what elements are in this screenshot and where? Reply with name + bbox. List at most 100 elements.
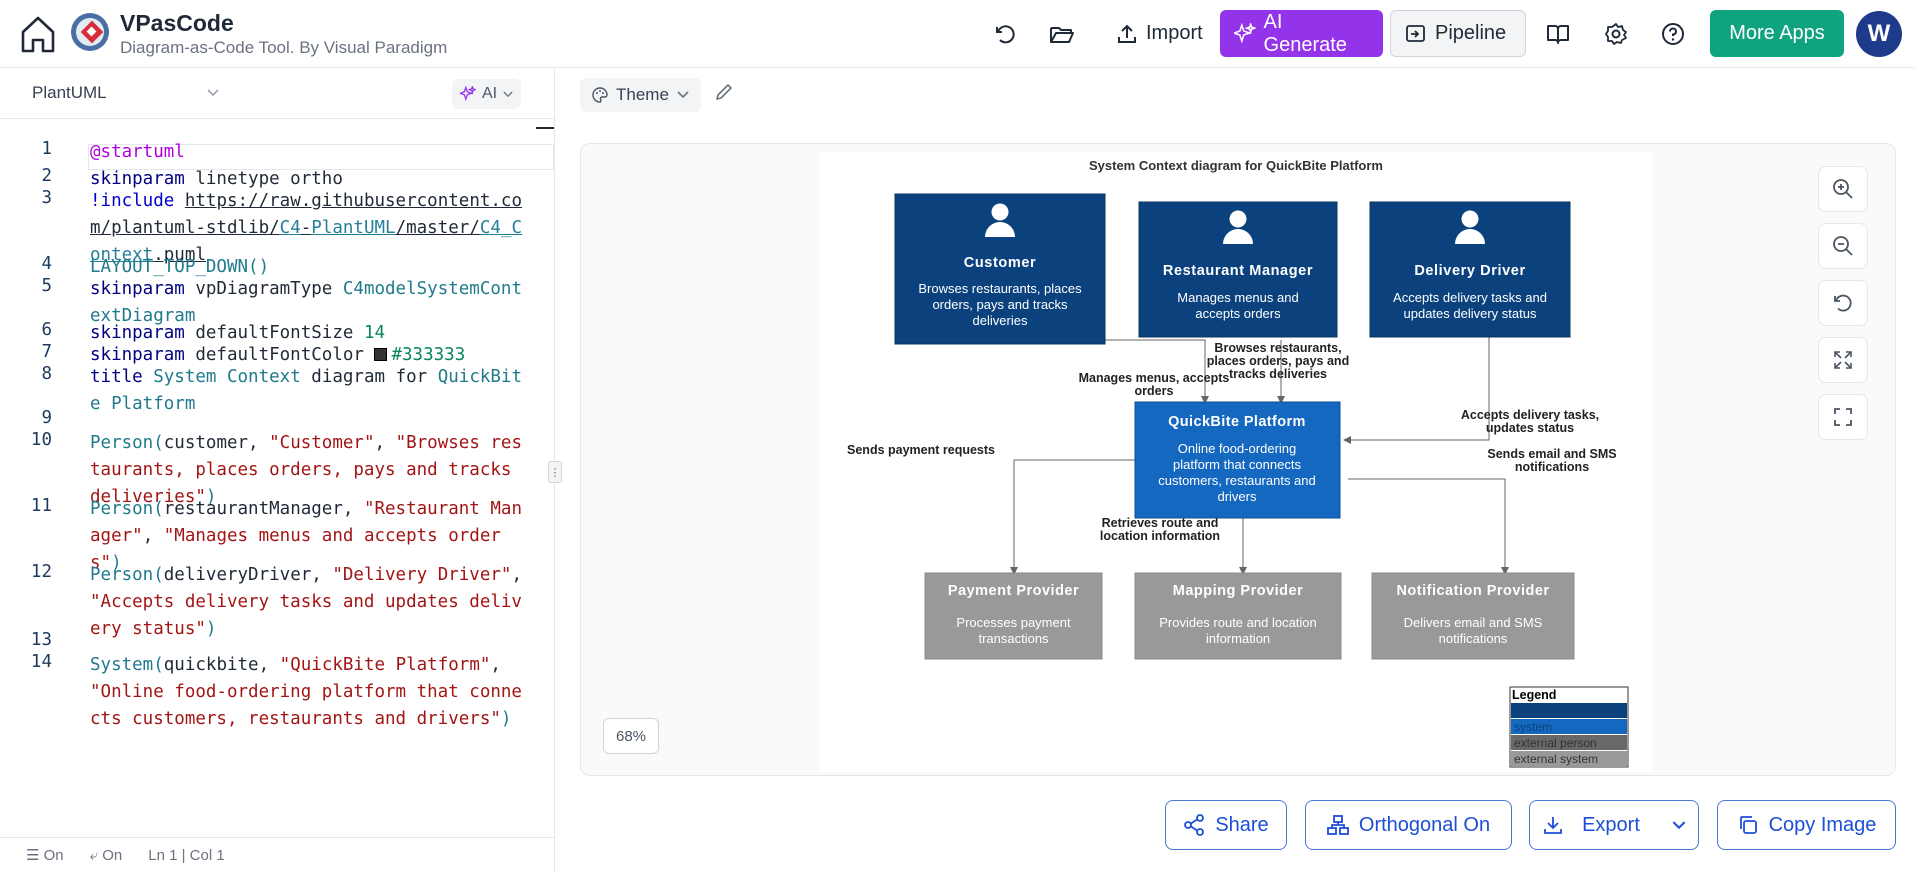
relation-label-manages: Manages menus, accepts xyxy=(1079,371,1230,385)
orthogonal-label: Orthogonal On xyxy=(1358,813,1491,836)
external-system-name: Notification Provider xyxy=(1396,583,1549,599)
external-system-desc: transactions xyxy=(978,631,1049,646)
home-icon[interactable] xyxy=(16,12,60,56)
pipeline-icon xyxy=(1406,24,1425,42)
code-area[interactable]: 1 @startuml 2 skinparam linetype ortho 3 !inc… xyxy=(0,139,555,819)
zoom-level-indicator: 68% xyxy=(603,718,659,754)
line-number: 4 xyxy=(41,254,52,274)
code-editor-pane: PlantUML AI 1 @startuml 2 skinparam linetyp… xyxy=(0,69,555,872)
person-desc: updates delivery status xyxy=(1404,306,1537,321)
wrap-toggle[interactable]: ☰ On xyxy=(26,846,64,864)
external-system-name: Payment Provider xyxy=(948,583,1079,599)
export-button[interactable]: Export xyxy=(1529,800,1699,850)
legend-title: Legend xyxy=(1512,688,1556,702)
export-label: Export xyxy=(1582,813,1640,836)
relation-label-manages: orders xyxy=(1135,384,1174,398)
person-desc: Browses restaurants, places xyxy=(918,281,1082,296)
book-icon[interactable] xyxy=(1538,14,1578,54)
ai-generate-button[interactable]: AI Generate xyxy=(1220,10,1383,57)
import-button[interactable]: Import xyxy=(1102,10,1217,57)
line-number: 7 xyxy=(41,342,52,362)
relation-label-browses: places orders, pays and xyxy=(1207,354,1349,368)
fullscreen-icon[interactable] xyxy=(1818,394,1868,440)
copy-image-label: Copy Image xyxy=(1768,813,1877,836)
help-icon[interactable] xyxy=(1653,14,1693,54)
open-folder-icon[interactable] xyxy=(1042,14,1082,54)
diagram-title: System Context diagram for QuickBite Pla… xyxy=(1089,158,1383,173)
theme-button[interactable]: Theme xyxy=(580,78,701,112)
code-text: Person(deliveryDriver, "Delivery Driver"… xyxy=(90,565,533,639)
system-desc: customers, restaurants and xyxy=(1158,473,1316,488)
ai-assist-label: AI xyxy=(482,85,498,102)
system-name: QuickBite Platform xyxy=(1168,414,1306,430)
legend-item: external system xyxy=(1514,752,1598,766)
system-desc: Online food-ordering xyxy=(1178,441,1297,456)
share-button[interactable]: Share xyxy=(1165,800,1287,850)
format-toggle[interactable]: ⤶ On xyxy=(90,847,123,864)
person-desc: Manages menus and xyxy=(1177,290,1298,305)
app-subtitle: Diagram-as-Code Tool. By Visual Paradigm xyxy=(120,38,448,57)
relation-label-browses: tracks deliveries xyxy=(1229,367,1327,381)
line-number: 10 xyxy=(30,430,52,450)
relation-label-accepts: updates status xyxy=(1486,421,1574,435)
more-apps-button[interactable]: More Apps xyxy=(1710,10,1844,57)
chevron-down-icon xyxy=(1672,820,1686,829)
legend-item: person xyxy=(1514,704,1551,718)
copy-icon xyxy=(1739,816,1757,834)
ai-generate-label: AI Generate xyxy=(1263,10,1347,56)
legend-item: system xyxy=(1514,720,1552,734)
line-number: 11 xyxy=(30,496,52,516)
download-icon xyxy=(1544,817,1562,834)
external-system-desc: information xyxy=(1206,631,1270,646)
fit-to-screen-icon[interactable] xyxy=(1818,337,1868,383)
editor-toolbar: PlantUML AI xyxy=(0,69,555,129)
relation-line-driver xyxy=(1343,335,1490,444)
language-label: PlantUML xyxy=(32,83,107,102)
relation-label-payment: Sends payment requests xyxy=(847,443,995,457)
scrollbar-thumb[interactable] xyxy=(536,127,554,129)
person-desc: deliveries xyxy=(973,313,1028,328)
pencil-icon[interactable] xyxy=(714,82,740,108)
chevron-down-icon xyxy=(677,91,689,99)
copy-image-button[interactable]: Copy Image xyxy=(1717,800,1896,850)
external-system-desc: Processes payment xyxy=(956,615,1071,630)
wrap-status: On xyxy=(43,847,64,864)
app-title: VPasCode xyxy=(120,10,234,36)
line-number: 14 xyxy=(30,652,52,672)
relation-label-notify: Sends email and SMS xyxy=(1487,447,1616,461)
connector-icon xyxy=(1326,815,1349,835)
person-name: Restaurant Manager xyxy=(1163,263,1313,279)
undo-icon[interactable] xyxy=(985,14,1025,54)
line-number: 8 xyxy=(41,364,52,384)
top-bar: VPasCode Diagram-as-Code Tool. By Visual… xyxy=(0,0,1915,68)
relation-label-browses: Browses restaurants, xyxy=(1214,341,1341,355)
share-label: Share xyxy=(1215,813,1269,836)
cursor-position: Ln 1 | Col 1 xyxy=(148,846,225,864)
zoom-in-icon[interactable] xyxy=(1818,166,1868,212)
app-logo-icon xyxy=(68,10,112,54)
code-text: title System Context diagram for QuickBi… xyxy=(90,367,523,414)
person-icon xyxy=(1229,210,1247,228)
share-icon xyxy=(1184,814,1205,836)
person-name: Customer xyxy=(964,255,1036,271)
avatar[interactable]: W xyxy=(1856,11,1902,57)
palette-icon xyxy=(592,87,608,103)
sparkle-icon xyxy=(1234,22,1256,43)
person-desc: Accepts delivery tasks and xyxy=(1393,290,1547,305)
relation-label-accepts: Accepts delivery tasks, xyxy=(1461,408,1599,422)
relation-label-route: location information xyxy=(1100,529,1220,543)
reset-view-icon[interactable] xyxy=(1818,280,1868,326)
zoom-out-icon[interactable] xyxy=(1818,223,1868,269)
language-select[interactable]: PlantUML xyxy=(32,83,219,103)
ai-assist-button[interactable]: AI xyxy=(452,79,522,109)
person-icon xyxy=(991,203,1009,221)
pane-splitter-handle[interactable]: ⋮ xyxy=(548,461,562,483)
external-system-desc: notifications xyxy=(1439,631,1508,646)
gear-icon[interactable] xyxy=(1596,14,1636,54)
pipeline-label: Pipeline xyxy=(1435,22,1507,44)
theme-label: Theme xyxy=(616,85,669,104)
orthogonal-toggle-button[interactable]: Orthogonal On xyxy=(1305,800,1512,850)
external-system-desc: Provides route and location xyxy=(1159,615,1317,630)
chevron-down-icon xyxy=(207,89,219,97)
pipeline-button[interactable]: Pipeline xyxy=(1390,10,1526,57)
